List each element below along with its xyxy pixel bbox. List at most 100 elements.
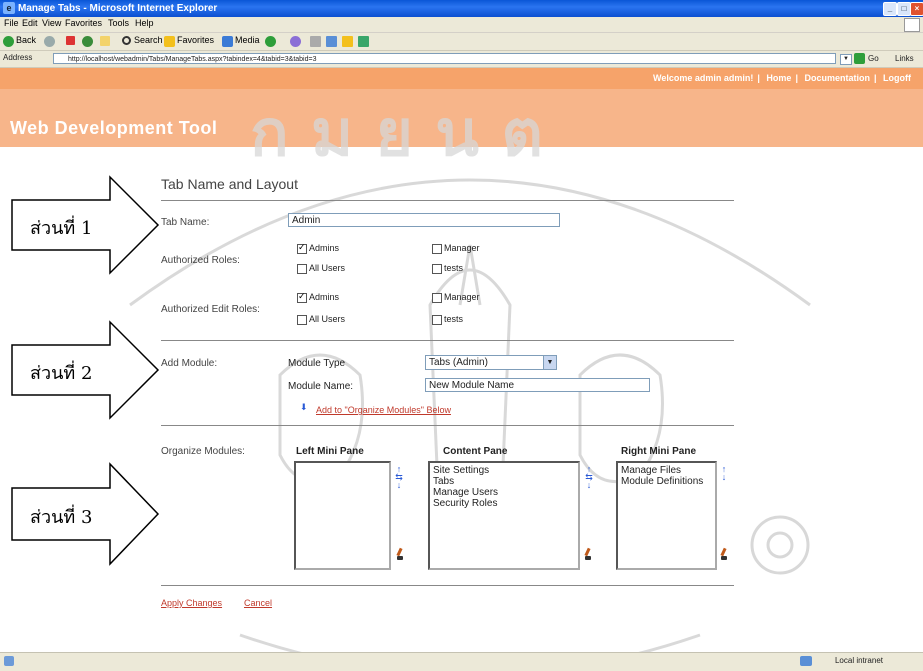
right-pane-title: Right Mini Pane: [621, 446, 696, 457]
tab-name-label: Tab Name:: [161, 217, 210, 228]
search-button-label[interactable]: Search: [134, 35, 163, 45]
menu-edit[interactable]: Edit: [22, 18, 38, 28]
callout-label-2: ส่วนที่ 2: [30, 363, 93, 384]
content-pane-item[interactable]: Security Roles: [433, 498, 575, 509]
status-bar: Local intranet: [0, 652, 923, 671]
address-input[interactable]: http://localhost/webadmin/Tabs/ManageTab…: [53, 53, 836, 64]
header-nav: Welcome admin admin! | Home | Documentatio…: [649, 73, 915, 83]
back-button-label[interactable]: Back: [16, 35, 36, 45]
edit-role-tests-checkbox[interactable]: [432, 315, 442, 325]
chevron-down-icon: ▼: [543, 356, 556, 369]
auth-role-allusers-checkbox[interactable]: [297, 264, 307, 274]
right-pane-item[interactable]: Manage Files: [621, 465, 712, 476]
nav-home-link[interactable]: Home: [762, 73, 795, 83]
tab-name-input[interactable]: Admin: [288, 213, 560, 227]
section-divider-3: [161, 585, 734, 586]
auth-role-allusers-label: All Users: [309, 263, 346, 273]
auth-role-manager-label: Manager: [444, 243, 480, 253]
left-pane-title: Left Mini Pane: [296, 446, 364, 457]
add-down-arrow-icon: ⬇: [300, 402, 308, 412]
home-icon[interactable]: [100, 36, 110, 46]
menu-help[interactable]: Help: [135, 18, 154, 28]
ie-icon: e: [3, 2, 15, 14]
print-icon[interactable]: [310, 36, 321, 47]
window-title: Manage Tabs - Microsoft Internet Explore…: [18, 3, 218, 14]
organize-modules-label: Organize Modules:: [161, 446, 245, 457]
edit-icon[interactable]: [326, 36, 337, 47]
callout-label-3: ส่วนที่ 3: [30, 507, 93, 528]
content-pane-item[interactable]: Site Settings: [433, 465, 575, 476]
menu-bar: File Edit View Favorites Tools Help: [0, 17, 923, 33]
site-title: Web Development Tool: [10, 118, 218, 138]
content-pane-item[interactable]: Tabs: [433, 476, 575, 487]
section-divider-2: [161, 425, 734, 426]
add-module-label: Add Module:: [161, 358, 218, 369]
close-button[interactable]: ×: [910, 2, 923, 16]
content-pane-item[interactable]: Manage Users: [433, 487, 575, 498]
favorites-button-label[interactable]: Favorites: [177, 35, 214, 45]
edit-role-manager-label: Manager: [444, 292, 480, 302]
module-type-label: Module Type: [288, 358, 346, 369]
auth-role-tests-label: tests: [444, 263, 464, 273]
menu-tools[interactable]: Tools: [108, 18, 129, 28]
go-arrow-icon[interactable]: [854, 53, 865, 64]
messenger-icon[interactable]: [358, 36, 369, 47]
page-status-icon: [4, 656, 14, 666]
left-pane-edit-pencil-icon[interactable]: [396, 548, 404, 560]
menu-favorites[interactable]: Favorites: [65, 18, 102, 28]
search-icon[interactable]: [122, 36, 131, 45]
right-pane-edit-pencil-icon[interactable]: [720, 548, 728, 560]
window-title-bar: e Manage Tabs - Microsoft Internet Explo…: [0, 0, 923, 17]
right-pane-item[interactable]: Module Definitions: [621, 476, 712, 487]
stop-icon[interactable]: [66, 36, 75, 45]
university-seal-watermark: ก ม ย น ต: [129, 96, 811, 665]
welcome-text: Welcome admin admin!: [653, 73, 754, 83]
module-name-input[interactable]: New Module Name: [425, 378, 650, 392]
edit-role-allusers-label: All Users: [309, 314, 346, 324]
favorites-star-icon[interactable]: [164, 36, 175, 47]
intranet-zone-icon: [800, 656, 812, 666]
mail-icon[interactable]: [290, 36, 301, 47]
cancel-link[interactable]: Cancel: [244, 598, 272, 608]
authorized-edit-roles-label: Authorized Edit Roles:: [161, 304, 260, 315]
authorized-roles-label: Authorized Roles:: [161, 255, 240, 266]
auth-role-admins-checkbox[interactable]: [297, 242, 307, 254]
edit-role-tests-label: tests: [444, 314, 464, 324]
menu-view[interactable]: View: [42, 18, 61, 28]
left-pane-move-arrows-icon[interactable]: ↑ ⇆ ↓: [395, 465, 403, 490]
nav-documentation-link[interactable]: Documentation: [800, 73, 874, 83]
content-pane-edit-pencil-icon[interactable]: [584, 548, 592, 560]
section-heading: Tab Name and Layout: [161, 176, 298, 192]
nav-logoff-link[interactable]: Logoff: [879, 73, 915, 83]
auth-role-tests-checkbox[interactable]: [432, 264, 442, 274]
forward-arrow-icon[interactable]: [44, 36, 55, 47]
add-to-organize-link[interactable]: Add to "Organize Modules" Below: [316, 405, 451, 415]
auth-role-manager-checkbox[interactable]: [432, 244, 442, 254]
left-pane-listbox[interactable]: [294, 461, 391, 570]
content-pane-move-arrows-icon[interactable]: ↑ ⇆ ↓: [585, 465, 593, 490]
edit-role-admins-checkbox[interactable]: [297, 291, 307, 303]
back-arrow-icon[interactable]: [3, 36, 14, 47]
refresh-icon[interactable]: [82, 36, 93, 47]
maximize-button[interactable]: □: [897, 2, 911, 16]
go-button[interactable]: Go: [868, 54, 879, 63]
edit-role-allusers-checkbox[interactable]: [297, 315, 307, 325]
history-icon[interactable]: [265, 36, 276, 47]
content-pane-listbox[interactable]: Site Settings Tabs Manage Users Security…: [428, 461, 580, 570]
windows-logo-icon: [904, 18, 920, 32]
menu-file[interactable]: File: [4, 18, 19, 28]
address-dropdown-icon[interactable]: ▼: [840, 54, 852, 65]
apply-changes-link[interactable]: Apply Changes: [161, 598, 222, 608]
edit-role-manager-checkbox[interactable]: [432, 293, 442, 303]
minimize-button[interactable]: _: [883, 2, 897, 16]
right-pane-move-arrows-icon[interactable]: ↑ ↓: [720, 465, 728, 482]
media-button-label[interactable]: Media: [235, 35, 260, 45]
module-type-select[interactable]: Tabs (Admin) ▼: [425, 355, 557, 370]
folder-icon[interactable]: [342, 36, 353, 47]
toolbar: Back Search Favorites Media: [0, 33, 923, 51]
media-icon[interactable]: [222, 36, 233, 47]
links-button[interactable]: Links: [895, 54, 914, 63]
callout-label-1: ส่วนที่ 1: [30, 218, 93, 239]
right-pane-listbox[interactable]: Manage Files Module Definitions: [616, 461, 717, 570]
edit-role-admins-label: Admins: [309, 292, 340, 302]
